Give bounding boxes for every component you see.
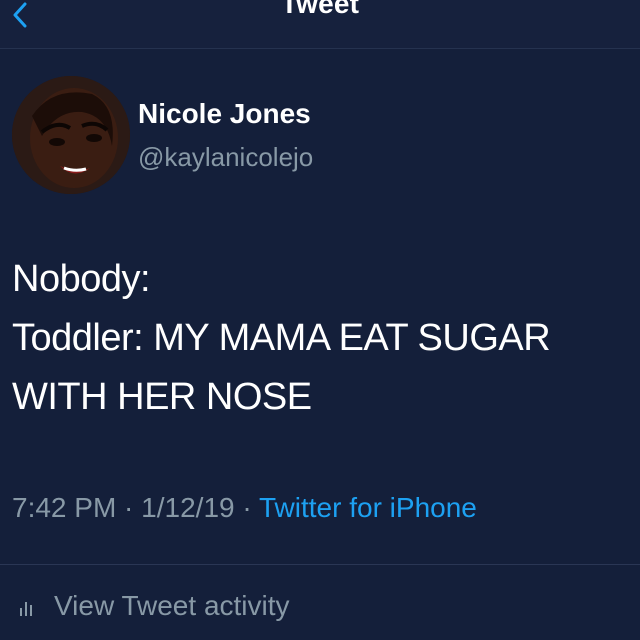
view-tweet-activity-button[interactable]: View Tweet activity (12, 590, 290, 622)
avatar-image (12, 76, 130, 194)
page-title: Tweet (280, 0, 360, 19)
view-tweet-activity-label: View Tweet activity (54, 590, 290, 621)
tweet-meta: 7:42 PM · 1/12/19 · Twitter for iPhone (12, 492, 477, 524)
bar-chart-icon (20, 602, 32, 616)
meta-separator: · (234, 492, 259, 523)
author-handle[interactable]: @kaylanicolejo (138, 142, 313, 173)
tweet-source-link[interactable]: Twitter for iPhone (259, 492, 477, 523)
tweet-date: 1/12/19 (141, 492, 235, 523)
author-name[interactable]: Nicole Jones (138, 98, 311, 130)
tweet-line: Toddler: MY MAMA EAT SUGAR (12, 317, 551, 359)
tweet-line: Nobody: (12, 258, 151, 300)
avatar[interactable] (12, 76, 130, 194)
tweet-screen: Tweet Nicole Jones @kaylanicolejo Nobody… (0, 0, 640, 640)
meta-separator: · (116, 492, 142, 523)
tweet-text: Nobody: Toddler: MY MAMA EAT SUGAR WITH … (12, 250, 622, 427)
tweet-time: 7:42 PM (12, 492, 117, 523)
tweet-line: WITH HER NOSE (12, 376, 312, 418)
navigation-bar: Tweet (0, 0, 640, 49)
divider (0, 564, 640, 565)
